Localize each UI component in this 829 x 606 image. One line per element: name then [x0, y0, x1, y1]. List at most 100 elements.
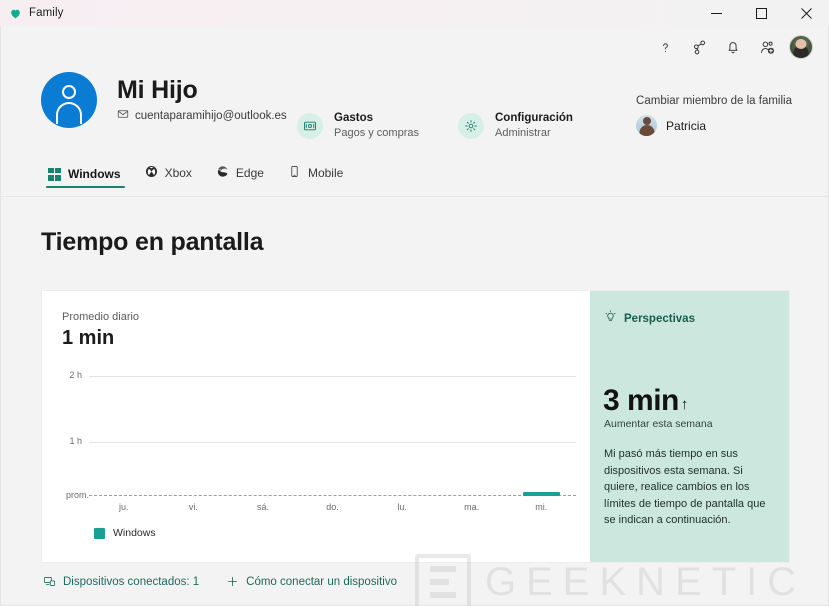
watermark-text: GEEKNETIC: [485, 559, 807, 604]
bar-cell[interactable]: [228, 376, 298, 496]
xtick-do: do.: [326, 502, 339, 512]
account-avatar[interactable]: [784, 31, 818, 63]
action-configuracion-text: Configuración Administrar: [495, 111, 573, 141]
tab-edge[interactable]: Edge: [209, 160, 273, 190]
avatar-body: [56, 102, 82, 124]
bar-cell[interactable]: [367, 376, 437, 496]
bar-cell[interactable]: [437, 376, 507, 496]
title-bar-left: Family: [0, 7, 63, 20]
card-footer: Dispositivos conectados: 1 Cómo conectar…: [43, 575, 397, 588]
header-divider: [1, 196, 828, 197]
command-bar: [648, 30, 818, 64]
xtick-sa: sá.: [256, 502, 269, 512]
xtick-vi: vi.: [188, 502, 198, 512]
legend-label-windows: Windows: [113, 527, 156, 539]
screen-time-card: Promedio diario 1 min 2 h 1 h prom. ju. …: [41, 290, 790, 563]
bar-cell[interactable]: [89, 376, 159, 496]
insights-subtitle: Aumentar esta semana: [604, 418, 713, 430]
bar-cell[interactable]: [506, 376, 576, 496]
connected-devices-label: Dispositivos conectados: 1: [63, 575, 200, 588]
edge-icon: [216, 165, 229, 181]
profile-email: cuentaparamihijo@outlook.es: [135, 109, 287, 122]
chart-legend: Windows: [94, 527, 156, 539]
tab-mobile-label: Mobile: [307, 166, 344, 180]
average-value: 1 min: [62, 327, 115, 349]
ytick-label-2h: 2 h: [69, 370, 82, 380]
tab-windows[interactable]: Windows: [41, 162, 130, 190]
plus-icon: [226, 575, 239, 588]
tab-xbox[interactable]: Xbox: [138, 160, 201, 190]
bar-mi: [522, 491, 560, 496]
envelope-icon: [117, 108, 129, 123]
bar-cell[interactable]: [159, 376, 229, 496]
action-gastos-text: Gastos Pagos y compras: [334, 111, 419, 141]
help-icon[interactable]: [648, 31, 682, 63]
person-avatar: [41, 72, 97, 128]
close-icon[interactable]: [784, 0, 829, 26]
xtick-ju: ju.: [119, 502, 129, 512]
windows-icon: [48, 167, 61, 181]
platform-tabs: Windows Xbox Edge Mobile: [41, 160, 352, 190]
tab-mobile[interactable]: Mobile: [281, 160, 352, 190]
tab-windows-label: Windows: [68, 167, 121, 181]
avatar: [789, 35, 813, 59]
heart-icon: [9, 7, 22, 20]
trend-up-icon: ↑: [680, 396, 689, 413]
maximize-icon[interactable]: [739, 0, 784, 26]
patricia-avatar: [636, 115, 658, 136]
patricia-avatar-body: [639, 125, 655, 136]
connect-device-label: Cómo conectar un dispositivo: [246, 575, 398, 588]
member-switcher-label: Cambiar miembro de la familia: [636, 95, 792, 107]
family-app-window: Family Mi Hijo cuentaparamihijo@outlook.…: [0, 0, 829, 606]
average-label: Promedio diario: [62, 311, 140, 323]
xtick-mi: mi.: [535, 502, 548, 512]
phone-icon: [288, 165, 301, 181]
tab-edge-label: Edge: [235, 166, 264, 180]
insights-panel: Perspectivas 3 min ↑ Aumentar esta seman…: [590, 291, 789, 562]
action-configuracion-subtitle: Administrar: [495, 127, 551, 140]
add-family-member-icon[interactable]: [750, 31, 784, 63]
member-switcher-item[interactable]: Patricia: [636, 115, 792, 136]
member-switcher: Cambiar miembro de la familia Patricia: [636, 95, 792, 136]
notifications-bell-icon[interactable]: [716, 31, 750, 63]
chart-x-labels: ju. vi. sá. do. lu. ma. mi.: [89, 502, 576, 512]
window-body: Mi Hijo cuentaparamihijo@outlook.es Gast…: [0, 26, 829, 606]
window-title: Family: [29, 7, 64, 19]
ytick-label-1h: 1 h: [69, 436, 82, 446]
profile-text: Mi Hijo cuentaparamihijo@outlook.es: [117, 75, 287, 124]
devices-icon: [43, 575, 56, 588]
average-axis-label: prom.: [65, 490, 89, 500]
insights-value-row: 3 min ↑: [603, 386, 688, 416]
action-gastos-title: Gastos: [334, 112, 373, 124]
profile-header: Mi Hijo cuentaparamihijo@outlook.es: [41, 72, 287, 128]
chart-pane: Promedio diario 1 min 2 h 1 h prom. ju. …: [42, 291, 590, 562]
bar-cell[interactable]: [298, 376, 368, 496]
page-title: Tiempo en pantalla: [41, 228, 264, 256]
screen-time-chart: 2 h 1 h: [69, 370, 576, 496]
avatar-head: [62, 85, 76, 99]
action-configuracion[interactable]: Configuración Administrar: [458, 111, 573, 141]
insights-value: 3 min: [603, 384, 679, 417]
insights-header: Perspectivas: [604, 310, 695, 328]
xbox-icon: [145, 165, 158, 181]
action-configuracion-title: Configuración: [495, 112, 573, 124]
xtick-ma: ma.: [464, 502, 480, 512]
wallet-icon: [297, 112, 323, 139]
member-name: Patricia: [666, 118, 707, 133]
chart-bars: [89, 376, 576, 496]
tab-xbox-label: Xbox: [164, 166, 192, 180]
gear-icon: [458, 112, 484, 139]
connected-devices-link[interactable]: Dispositivos conectados: 1: [43, 575, 199, 588]
insights-title: Perspectivas: [624, 313, 695, 325]
lightbulb-icon: [604, 310, 617, 328]
connect-device-link[interactable]: Cómo conectar un dispositivo: [226, 575, 397, 588]
patricia-avatar-head: [642, 117, 651, 125]
share-icon[interactable]: [682, 31, 716, 63]
action-gastos[interactable]: Gastos Pagos y compras: [297, 111, 419, 141]
legend-swatch-windows: [94, 527, 105, 539]
title-bar: Family: [0, 0, 829, 27]
xtick-lu: lu.: [397, 502, 407, 512]
minimize-icon[interactable]: [694, 0, 739, 26]
profile-name: Mi Hijo: [117, 75, 198, 104]
insights-body: Mi pasó más tiempo en sus dispositivos e…: [604, 448, 766, 526]
